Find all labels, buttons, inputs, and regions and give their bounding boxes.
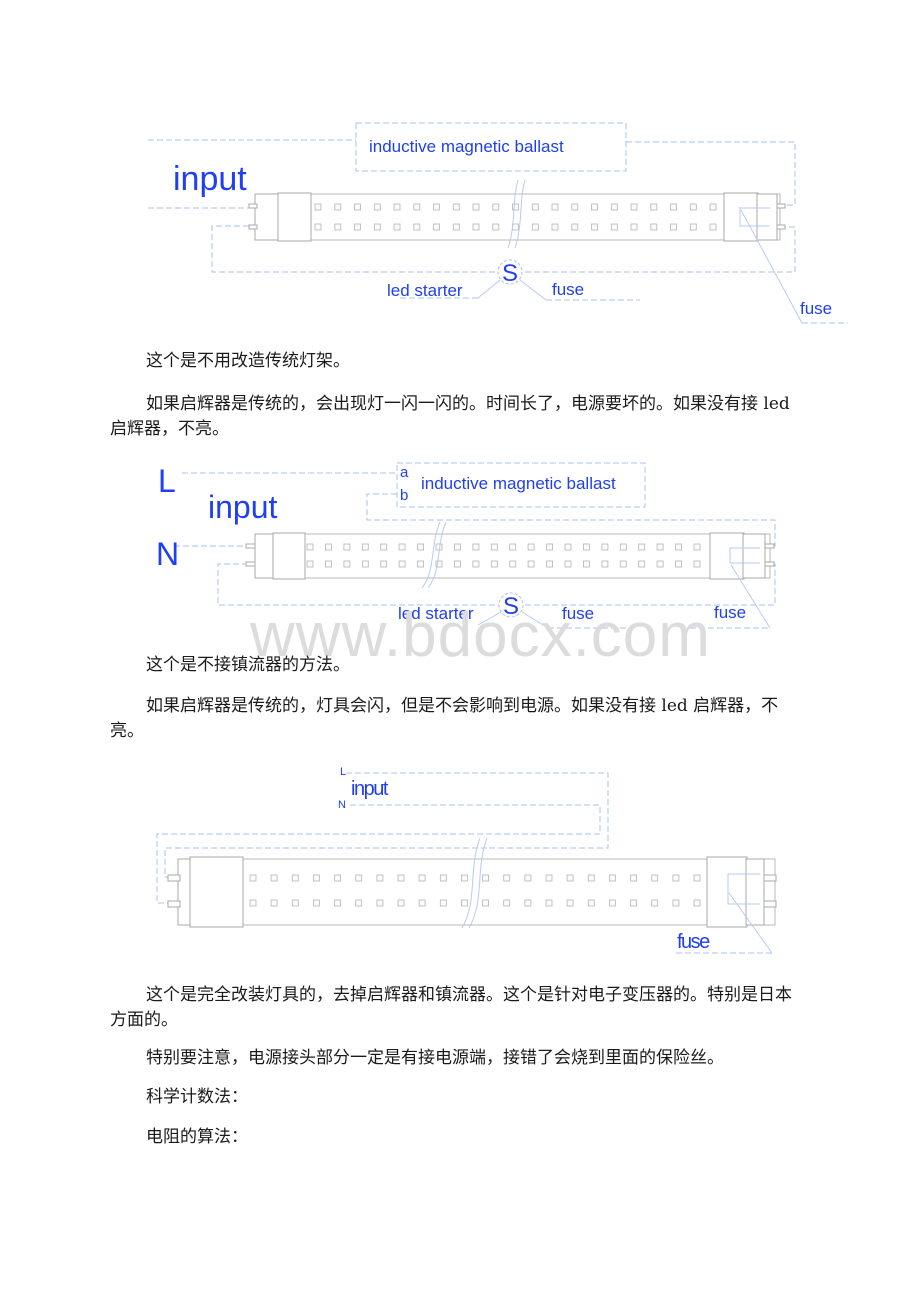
led-chip: [503, 874, 511, 882]
led-chip: [503, 899, 511, 907]
led-chip: [460, 899, 468, 907]
led-chip: [291, 899, 299, 907]
led-chip: [587, 874, 595, 882]
led-chip: [334, 874, 342, 882]
led-chip: [418, 899, 426, 907]
led-chip: [376, 899, 384, 907]
led-chip: [439, 874, 447, 882]
wiring-diagram-3: L input N fuse: [156, 766, 777, 954]
led-chip: [672, 874, 680, 882]
led-chip: [545, 899, 553, 907]
led-chip: [460, 874, 468, 882]
paragraph: 这个是完全改装灯具的，去掉启辉器和镇流器。这个是针对电子变压器的。特别是日本方面…: [110, 985, 792, 1030]
led-chip: [312, 899, 320, 907]
led-chip: [482, 874, 490, 882]
led-chip: [418, 874, 426, 882]
led-chip: [312, 874, 320, 882]
paragraph: 特别要注意，电源接头部分一定是有接电源端，接错了会烧到里面的保险丝。: [146, 1048, 724, 1068]
led-chip: [249, 874, 257, 882]
led-chip: [397, 899, 405, 907]
led-chip: [270, 874, 278, 882]
led-chip: [566, 899, 574, 907]
led-chip: [630, 874, 637, 882]
led-chip: [270, 899, 278, 907]
led-chip: [693, 874, 701, 882]
led-chip: [376, 874, 384, 882]
led-chip: [439, 899, 447, 907]
led-chip: [355, 899, 363, 907]
paragraph: 科学计数法：: [146, 1087, 248, 1107]
neutral-label: N: [338, 799, 346, 811]
led-chip: [291, 874, 299, 882]
led-chip: [672, 899, 680, 907]
led-chip: [482, 899, 490, 907]
led-chip: [249, 899, 257, 907]
end-cap-left: [189, 856, 244, 928]
fuse-label: fuse: [677, 931, 710, 953]
led-chip: [609, 899, 616, 907]
led-chip: [524, 874, 532, 882]
led-chip: [630, 899, 637, 907]
led-chip: [566, 874, 574, 882]
led-chip: [587, 899, 595, 907]
led-tube-3: [167, 837, 777, 929]
led-chip: [545, 874, 553, 882]
paragraph: 电阻的算法：: [146, 1127, 248, 1147]
end-pin-housing-right: [745, 858, 765, 926]
line-label: L: [340, 766, 346, 778]
led-chip: [651, 874, 659, 882]
led-chip: [524, 899, 532, 907]
led-chip: [651, 899, 659, 907]
led-chip: [693, 899, 701, 907]
end-cap-right: [706, 856, 748, 928]
input-label: input: [351, 778, 389, 800]
led-chip: [355, 874, 363, 882]
led-chip: [334, 899, 342, 907]
led-chip: [397, 874, 405, 882]
led-chip: [609, 874, 616, 882]
